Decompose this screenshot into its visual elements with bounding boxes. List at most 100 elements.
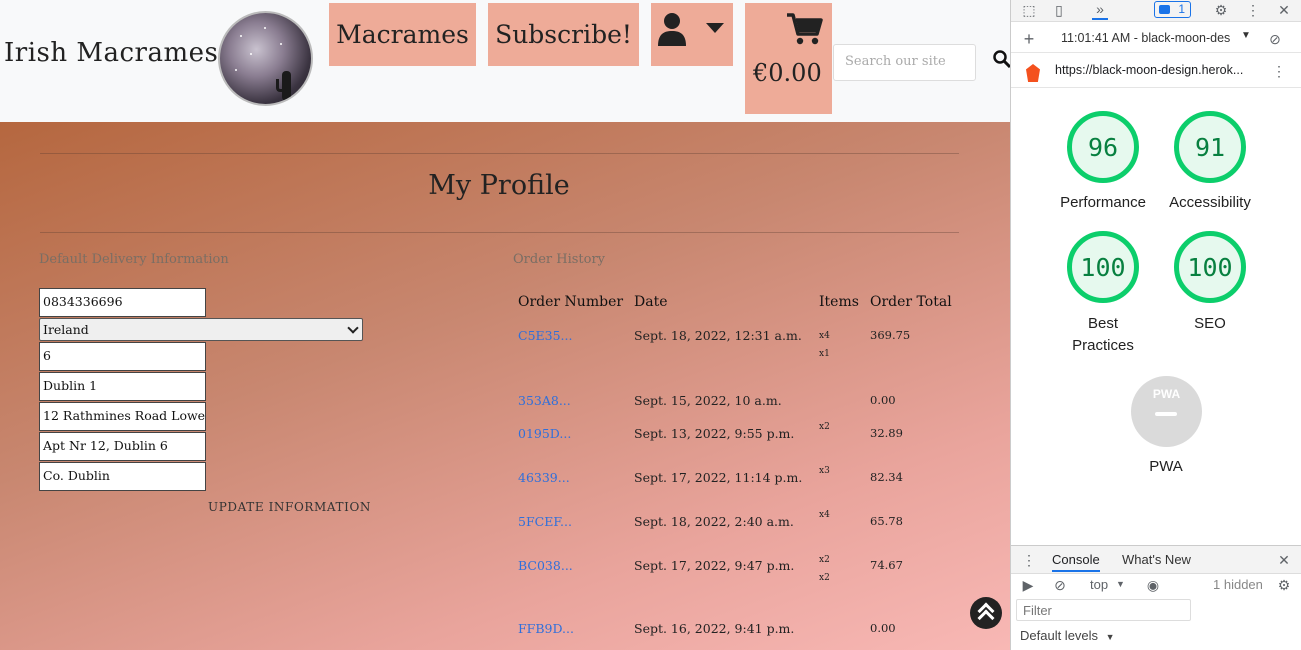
log-levels-dropdown[interactable]: Default levels ▼ (1020, 628, 1115, 643)
order-date: Sept. 15, 2022, 10 a.m. (634, 393, 782, 408)
street-address-1-field[interactable]: 12 Rathmines Road Lowe (39, 402, 206, 431)
order-total: 369.75 (870, 328, 911, 342)
close-icon[interactable]: ✕ (1276, 2, 1292, 18)
order-total: 74.67 (870, 558, 903, 572)
clear-icon[interactable]: ⊘ (1267, 31, 1283, 47)
update-information-button[interactable]: UPDATE INFORMATION (208, 500, 371, 514)
tab-console[interactable]: Console (1052, 552, 1100, 572)
postcode-field[interactable]: 6 (39, 342, 206, 371)
order-history-heading: Order History (513, 252, 606, 267)
seo-score-gauge[interactable]: 100 (1174, 231, 1246, 303)
order-total: 65.78 (870, 514, 903, 528)
page-title: My Profile (428, 170, 570, 201)
drawer-tabs: ⋮ Console What's New ✕ (1011, 546, 1301, 574)
lighthouse-icon (1026, 64, 1040, 82)
search-icon[interactable] (993, 50, 1010, 68)
brand-name[interactable]: Irish Macrames (4, 38, 218, 68)
console-toolbar: ▶ ⊘ top ▼ ◉ 1 hidden ⚙ (1011, 574, 1301, 596)
item-quantity: x1 (819, 349, 830, 359)
devtools-toolbar: ⬚ ▯ » 1 ⚙ ⋮ ✕ (1011, 0, 1301, 22)
order-total: 32.89 (870, 426, 903, 440)
close-icon[interactable]: ✕ (1276, 552, 1292, 568)
tab-whats-new[interactable]: What's New (1122, 552, 1191, 567)
cart-button[interactable]: €0.00 (745, 3, 832, 114)
order-number-link[interactable]: 5FCEF... (518, 514, 572, 529)
context-selector[interactable]: top (1090, 577, 1108, 592)
logo-star (280, 43, 282, 45)
pwa-badge-text: PWA (1152, 387, 1181, 401)
performance-score-gauge[interactable]: 96 (1067, 111, 1139, 183)
country-value: Ireland (43, 322, 89, 337)
report-selector[interactable]: 11:01:41 AM - black-moon-des (1061, 31, 1230, 45)
cactus-icon (276, 71, 291, 101)
nav-subscribe-button[interactable]: Subscribe! (488, 3, 639, 66)
street-address-2-field[interactable]: Apt Nr 12, Dublin 6 (39, 432, 206, 461)
order-date: Sept. 17, 2022, 9:47 p.m. (634, 558, 795, 573)
more-tabs-icon[interactable]: » (1092, 1, 1108, 20)
cart-icon (787, 13, 823, 45)
column-header-order-total: Order Total (870, 294, 952, 310)
drawer-menu-icon[interactable]: ⋮ (1021, 552, 1037, 568)
divider (40, 232, 959, 233)
search-input[interactable]: Search our site (833, 44, 976, 81)
item-quantity: x2 (819, 422, 830, 432)
account-menu-button[interactable] (651, 3, 733, 66)
order-number-link[interactable]: 46339... (518, 470, 570, 485)
phone-field[interactable]: 0834336696 (39, 288, 206, 317)
issues-badge[interactable]: 1 (1154, 1, 1191, 18)
chevron-down-icon (706, 23, 724, 33)
chevron-down-icon: ▼ (1241, 30, 1251, 41)
order-number-link[interactable]: C5E35... (518, 328, 572, 343)
county-field[interactable]: Co. Dublin (39, 462, 206, 491)
logo-star (264, 27, 266, 29)
moon-logo[interactable] (218, 11, 313, 106)
chevron-down-icon (347, 322, 359, 334)
column-header-date: Date (634, 294, 668, 310)
item-quantity: x2 (819, 573, 830, 583)
sidebar-toggle-icon[interactable]: ▶ (1020, 577, 1036, 593)
filter-input[interactable]: Filter (1016, 599, 1191, 621)
clear-console-icon[interactable]: ⊘ (1052, 577, 1068, 593)
column-header-items: Items (819, 294, 859, 310)
order-number-link[interactable]: 0195D... (518, 426, 571, 441)
delivery-heading: Default Delivery Information (39, 252, 229, 267)
country-select[interactable]: Ireland (39, 318, 363, 341)
item-quantity: x4 (819, 331, 830, 341)
eye-icon[interactable]: ◉ (1145, 577, 1161, 593)
gear-icon[interactable]: ⚙ (1276, 577, 1292, 593)
profile-main: My Profile Default Delivery Information … (0, 122, 1010, 650)
website-viewport: Irish Macrames Macrames Subscribe! €0.00… (0, 0, 1010, 650)
device-toolbar-icon[interactable]: ▯ (1051, 2, 1067, 18)
performance-label: Performance (1060, 194, 1146, 211)
item-quantity: x3 (819, 466, 830, 476)
report-url: https://black-moon-design.herok... (1055, 63, 1244, 77)
accessibility-score-gauge[interactable]: 91 (1174, 111, 1246, 183)
pwa-badge[interactable]: PWA (1131, 376, 1202, 447)
column-header-order-number: Order Number (518, 294, 624, 310)
cart-total: €0.00 (753, 59, 822, 87)
order-number-link[interactable]: FFB9D... (518, 621, 574, 636)
pwa-label: PWA (1149, 458, 1183, 475)
order-number-link[interactable]: BC038... (518, 558, 573, 573)
order-number-link[interactable]: 353A8... (518, 393, 571, 408)
inspect-element-icon[interactable]: ⬚ (1021, 2, 1037, 18)
order-date: Sept. 18, 2022, 2:40 a.m. (634, 514, 794, 529)
nav-macrames-button[interactable]: Macrames (329, 3, 476, 66)
logo-star (240, 35, 242, 37)
order-total: 0.00 (870, 393, 896, 407)
lighthouse-url-bar: https://black-moon-design.herok... ⋮ (1011, 56, 1301, 88)
order-total: 0.00 (870, 621, 896, 635)
accessibility-label: Accessibility (1169, 194, 1251, 211)
chevron-down-icon: ▼ (1116, 579, 1125, 589)
chevron-down-icon: ▼ (1105, 632, 1115, 642)
item-quantity: x2 (819, 555, 830, 565)
best-practices-label: Best Practices (1072, 315, 1134, 354)
best-practices-score-gauge[interactable]: 100 (1067, 231, 1139, 303)
kebab-menu-icon[interactable]: ⋮ (1245, 2, 1261, 18)
gear-icon[interactable]: ⚙ (1213, 2, 1229, 18)
scroll-to-top-button[interactable] (970, 597, 1002, 629)
add-report-icon[interactable]: + (1021, 30, 1037, 48)
pwa-dash (1155, 412, 1177, 416)
kebab-menu-icon[interactable]: ⋮ (1271, 63, 1287, 79)
town-field[interactable]: Dublin 1 (39, 372, 206, 401)
